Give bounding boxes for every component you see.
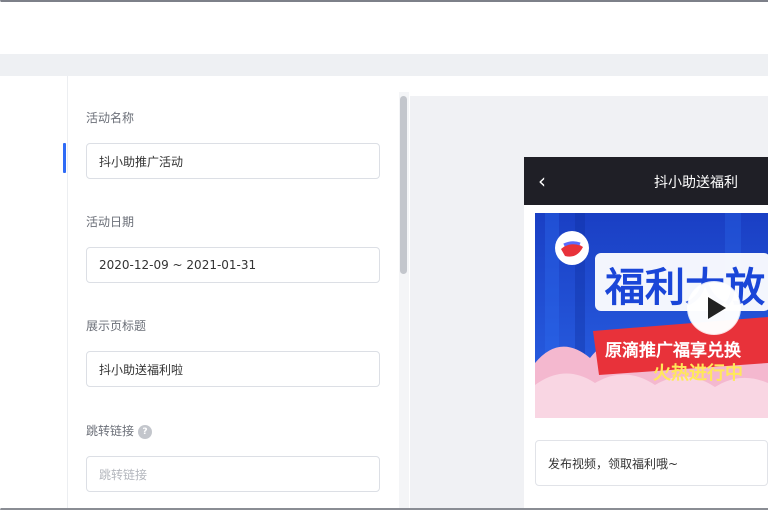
jump-link-label: 跳转链接? [86, 422, 153, 439]
activity-date-range-picker[interactable]: 2020-12-09 ~ 2021-01-31 [86, 247, 380, 283]
activity-form: 活动名称 抖小助推广活动 活动日期 2020-12-09 ~ 2021-01-3… [69, 76, 399, 508]
left-nav-area [0, 76, 68, 508]
form-scrollbar-thumb[interactable] [400, 96, 407, 274]
page-title-input[interactable]: 抖小助送福利啦 [86, 351, 380, 387]
phone-page-title: 抖小助送福利 [654, 175, 738, 191]
activity-name-label: 活动名称 [86, 111, 135, 125]
top-bar [0, 2, 768, 54]
banner-subtitle-2: 火热进行中 [653, 362, 743, 384]
activity-date-label: 活动日期 [86, 215, 135, 229]
active-field-indicator [63, 143, 66, 173]
jump-link-input[interactable]: 跳转链接 [86, 456, 380, 492]
back-arrow-icon[interactable]: ‹ [538, 169, 546, 193]
banner-subtitle-1: 原滴推广福享兑换 [605, 340, 742, 361]
video-play-icon[interactable] [687, 281, 741, 335]
phone-header: ‹ 抖小助送福利 [524, 157, 768, 205]
activity-name-input[interactable]: 抖小助推广活动 [86, 143, 380, 179]
brand-logo-icon [555, 231, 589, 265]
sub-bar [0, 54, 768, 76]
promo-banner-image: 福利大放 原滴推广福享兑换 火热进行中 [535, 213, 768, 418]
page-title-label: 展示页标题 [86, 319, 147, 333]
comment-text-box[interactable]: 发布视频，领取福利哦~ [535, 440, 768, 486]
jump-link-label-text: 跳转链接 [86, 424, 135, 438]
help-icon[interactable]: ? [138, 424, 153, 439]
